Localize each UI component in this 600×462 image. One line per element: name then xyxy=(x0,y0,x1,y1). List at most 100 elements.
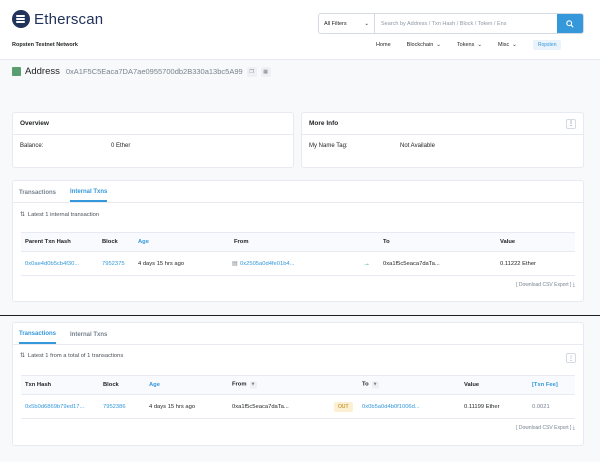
site-header: Etherscan Ropsten Testnet Network All Fi… xyxy=(0,0,600,60)
sort-icon: ⇅ xyxy=(20,212,25,218)
nav-home[interactable]: Home xyxy=(376,42,391,48)
nav-blockchain-label: Blockchain xyxy=(406,42,434,48)
more-info-title: More Info xyxy=(309,120,339,127)
chevron-down-icon: ⌄ xyxy=(436,42,441,48)
more-info-card: More Info ⋮ My Name Tag: Not Available xyxy=(301,112,584,168)
to-address-link[interactable]: 0x0b5a0d4b0f1006d... xyxy=(362,404,420,410)
nav-tokens[interactable]: Tokens ⌄ xyxy=(457,42,482,48)
nav-misc-label: Misc xyxy=(497,42,510,48)
age-value: 4 days 15 hrs ago xyxy=(149,403,196,410)
sort-icon: ⇅ xyxy=(20,353,25,359)
nav-misc[interactable]: Misc ⌄ xyxy=(498,42,517,48)
balance-value: 0 Ether xyxy=(111,143,131,149)
balance-label: Balance: xyxy=(20,143,44,149)
name-tag-value: Not Available xyxy=(400,143,435,149)
more-options-icon[interactable]: ⋮ xyxy=(566,353,576,363)
etherscan-logo-icon xyxy=(12,10,30,28)
value-amount: 0.11199 Ether xyxy=(464,403,500,410)
tab-internal-txns[interactable]: Internal Txns xyxy=(70,332,107,344)
search-filter-select[interactable]: All Filters ⌄ xyxy=(319,14,375,33)
upper-tab-bar: Transactions Internal Txns xyxy=(13,181,583,203)
arrow-right-icon: → xyxy=(363,260,370,267)
search-button[interactable] xyxy=(557,14,583,33)
col-block: Block xyxy=(102,239,118,245)
network-label: Ropsten Testnet Network xyxy=(12,42,78,48)
search-bar: All Filters ⌄ Search by Address / Txn Ha… xyxy=(318,13,584,34)
search-icon xyxy=(566,19,574,28)
col-value: Value xyxy=(500,239,516,245)
col-txn-fee[interactable]: [Txn Fee] xyxy=(532,382,558,388)
more-info-header: More Info ⋮ xyxy=(302,113,583,135)
txn-hash-link[interactable]: 0x5b0d6869b79ed17... xyxy=(25,404,84,410)
value-amount: 0.11222 Ether xyxy=(500,260,536,267)
age-value: 4 days 15 hrs ago xyxy=(138,260,185,267)
col-to: To xyxy=(383,239,390,245)
col-block: Block xyxy=(103,382,119,388)
nav-home-label: Home xyxy=(376,42,391,48)
address-heading: Address 0xA1F5C5Eaca7DA7ae0955700db2B330… xyxy=(12,66,271,77)
chevron-down-icon: ⌄ xyxy=(364,20,369,27)
transactions-summary-text: Latest 1 from a total of 1 transactions xyxy=(27,353,124,359)
download-csv-link[interactable]: [ Download CSV Export ] ⤓ xyxy=(516,282,575,288)
chevron-down-icon: ⌄ xyxy=(477,42,482,48)
nav-tokens-label: Tokens xyxy=(456,42,475,48)
txn-fee-value: 0.0021 xyxy=(532,403,550,410)
transactions-panel: Transactions Internal Txns ⇅ Latest 1 fr… xyxy=(12,322,584,446)
filter-icon[interactable]: ▼ xyxy=(371,381,379,389)
table-row: 0x0ae4d0b5cb4f30... 7952375 4 days 15 hr… xyxy=(21,252,575,276)
table-header: Txn Hash Block Age From ▼ To ▼ Value [Txn … xyxy=(21,375,575,395)
etherscan-logo[interactable]: Etherscan xyxy=(12,10,103,28)
col-age[interactable]: Age xyxy=(149,382,160,388)
transactions-table: Txn Hash Block Age From ▼ To ▼ Value [Txn … xyxy=(21,375,575,419)
brand-name: Etherscan xyxy=(34,10,104,28)
name-tag-label: My Name Tag: xyxy=(309,143,348,149)
overview-title: Overview xyxy=(13,113,293,135)
tab-internal-txns[interactable]: Internal Txns xyxy=(70,189,108,202)
download-icon: ⤓ xyxy=(572,425,575,431)
from-address-value: 0xa1f5c5eaca7daTa... xyxy=(232,403,289,410)
download-csv-link[interactable]: [ Download CSV Export ] ⤓ xyxy=(516,425,575,431)
address-hash: 0xA1F5C5Eaca7DA7ae0955700db2B330a13bc5A9… xyxy=(65,67,243,76)
table-header: Parent Txn Hash Block Age From To Value xyxy=(21,232,575,252)
address-title: Address xyxy=(25,66,60,77)
col-from-label: From xyxy=(232,381,247,388)
from-address-link[interactable]: 0x2505a0d4fe01b4... xyxy=(240,261,294,267)
copy-icon[interactable]: ❐ xyxy=(246,66,257,77)
col-value: Value xyxy=(464,382,480,388)
nav-blockchain[interactable]: Blockchain ⌄ xyxy=(407,42,441,48)
direction-badge: OUT xyxy=(334,401,353,412)
col-to-label: To xyxy=(362,381,369,388)
main-nav: Home Blockchain ⌄ Tokens ⌄ Misc ⌄ Ropsten xyxy=(376,40,562,50)
search-filter-label: All Filters xyxy=(324,20,347,27)
download-csv-text: [ Download CSV Export ] xyxy=(516,425,572,431)
internal-txns-table: Parent Txn Hash Block Age From To Value … xyxy=(21,232,575,276)
col-to: To ▼ xyxy=(362,381,379,389)
download-csv-text: [ Download CSV Export ] xyxy=(516,282,572,288)
overview-card: Overview Balance: 0 Ether xyxy=(12,112,294,168)
parent-txn-hash-link[interactable]: 0x0ae4d0b5cb4f30... xyxy=(25,261,79,267)
address-avatar-icon xyxy=(12,67,21,76)
block-link[interactable]: 7952375 xyxy=(102,261,125,267)
col-age[interactable]: Age xyxy=(138,239,149,245)
network-switch-button[interactable]: Ropsten xyxy=(532,40,562,50)
overview-title-text: Overview xyxy=(20,120,49,127)
col-from: From xyxy=(234,239,249,245)
col-txn-hash: Txn Hash xyxy=(25,382,52,388)
table-row: 0x5b0d6869b79ed17... 7952386 4 days 15 h… xyxy=(21,395,575,419)
internal-txns-panel: Transactions Internal Txns ⇅ Latest 1 in… xyxy=(12,180,584,302)
tab-transactions[interactable]: Transactions xyxy=(19,331,57,344)
tab-transactions[interactable]: Transactions xyxy=(19,190,56,202)
filter-icon[interactable]: ▼ xyxy=(249,381,257,389)
transactions-summary: ⇅ Latest 1 from a total of 1 transaction… xyxy=(20,353,123,359)
to-address-value: 0xa1f5c5eaca7daTa... xyxy=(383,260,440,267)
lower-tab-bar: Transactions Internal Txns xyxy=(13,323,583,345)
qr-code-icon[interactable]: ▦ xyxy=(260,66,271,77)
contract-icon: ▤ xyxy=(232,260,238,267)
internal-summary-text: Latest 1 internal transaction xyxy=(27,212,100,218)
col-from: From ▼ xyxy=(232,381,257,389)
download-icon: ⤓ xyxy=(572,282,575,288)
block-link[interactable]: 7952386 xyxy=(103,404,126,410)
internal-summary: ⇅ Latest 1 internal transaction xyxy=(20,212,99,218)
more-options-icon[interactable]: ⋮ xyxy=(566,118,576,129)
search-input[interactable]: Search by Address / Txn Hash / Block / T… xyxy=(375,14,557,33)
